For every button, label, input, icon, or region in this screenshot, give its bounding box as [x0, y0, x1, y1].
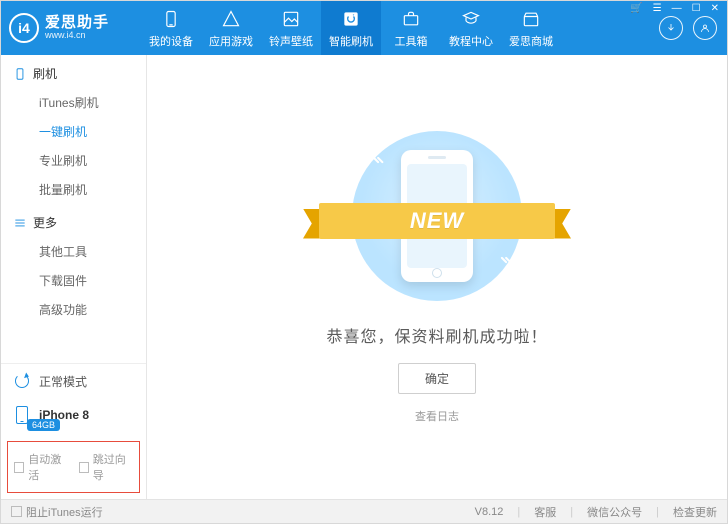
more-icon — [13, 216, 27, 230]
wallpaper-icon — [281, 7, 301, 31]
sidebar-item-batch-flash[interactable]: 批量刷机 — [39, 175, 146, 204]
logo-url: www.i4.cn — [45, 31, 109, 41]
main-content: NEW 恭喜您，保资料刷机成功啦！ 确定 查看日志 — [147, 55, 727, 499]
device-panels: 正常模式 iPhone 8 64GB — [1, 363, 146, 437]
checkbox-skip-guide[interactable]: 跳过向导 — [79, 451, 134, 483]
nav-tutorial[interactable]: 教程中心 — [441, 1, 501, 55]
sidebar: 刷机 iTunes刷机 一键刷机 专业刷机 批量刷机 更多 其他工具 下载固件 … — [1, 55, 147, 499]
checkbox-block-itunes[interactable]: 阻止iTunes运行 — [11, 504, 103, 520]
phone-outline-icon — [13, 67, 27, 81]
success-message: 恭喜您，保资料刷机成功啦！ — [326, 323, 547, 347]
store-icon — [521, 7, 541, 31]
logo: i4 爱思助手 www.i4.cn — [1, 1, 141, 55]
window-close-icon[interactable]: ✕ — [709, 3, 721, 14]
nav-toolbox[interactable]: 工具箱 — [381, 1, 441, 55]
new-ribbon: NEW — [303, 199, 571, 243]
sidebar-item-other-tools[interactable]: 其他工具 — [39, 237, 146, 266]
menu-icon[interactable]: ☰ — [651, 3, 664, 14]
cart-icon[interactable]: 🛒 — [628, 3, 644, 14]
apps-icon — [221, 7, 241, 31]
refresh-icon — [13, 372, 31, 390]
logo-title: 爱思助手 — [45, 15, 109, 32]
window-maximize-icon[interactable]: ☐ — [690, 3, 703, 14]
sidebar-item-advanced[interactable]: 高级功能 — [39, 295, 146, 324]
sidebar-item-download-firmware[interactable]: 下载固件 — [39, 266, 146, 295]
version-label: V8.12 — [475, 506, 504, 518]
mode-row[interactable]: 正常模式 — [1, 364, 146, 398]
flash-icon — [341, 7, 361, 31]
checkbox-auto-activate[interactable]: 自动激活 — [14, 451, 69, 483]
confirm-button[interactable]: 确定 — [398, 363, 476, 394]
view-log-link[interactable]: 查看日志 — [415, 408, 459, 424]
nav-flash[interactable]: 智能刷机 — [321, 1, 381, 55]
highlighted-options-box: 自动激活 跳过向导 — [7, 441, 140, 493]
app-window: 🛒 ☰ ― ☐ ✕ i4 爱思助手 www.i4.cn 我的设备 应用游戏 — [0, 0, 728, 524]
nav-apps[interactable]: 应用游戏 — [201, 1, 261, 55]
window-minimize-icon[interactable]: ― — [670, 3, 684, 14]
success-graphic: NEW — [327, 131, 547, 301]
toolbox-icon — [401, 7, 421, 31]
sidebar-item-itunes-flash[interactable]: iTunes刷机 — [39, 88, 146, 117]
window-controls: 🛒 ☰ ― ☐ ✕ — [628, 3, 721, 14]
nav-ringtones[interactable]: 铃声壁纸 — [261, 1, 321, 55]
support-link[interactable]: 客服 — [534, 504, 556, 520]
user-button[interactable] — [693, 16, 717, 40]
body: 刷机 iTunes刷机 一键刷机 专业刷机 批量刷机 更多 其他工具 下载固件 … — [1, 55, 727, 499]
sidebar-item-pro-flash[interactable]: 专业刷机 — [39, 146, 146, 175]
nav-store[interactable]: 爱思商城 — [501, 1, 561, 55]
header-right — [659, 16, 727, 40]
device-icon — [161, 7, 181, 31]
nav-my-device[interactable]: 我的设备 — [141, 1, 201, 55]
phone-small-icon — [13, 406, 31, 424]
logo-badge-icon: i4 — [9, 13, 39, 43]
sidebar-group-flash: 刷机 — [1, 55, 146, 88]
tutorial-icon — [461, 7, 481, 31]
sidebar-item-onekey-flash[interactable]: 一键刷机 — [39, 117, 146, 146]
download-button[interactable] — [659, 16, 683, 40]
nav: 我的设备 应用游戏 铃声壁纸 智能刷机 工具箱 教程中心 — [141, 1, 561, 55]
check-update-link[interactable]: 检查更新 — [673, 504, 717, 520]
header-bar: 🛒 ☰ ― ☐ ✕ i4 爱思助手 www.i4.cn 我的设备 应用游戏 — [1, 1, 727, 55]
device-row[interactable]: iPhone 8 — [1, 398, 146, 424]
sidebar-group-more: 更多 — [1, 204, 146, 237]
status-bar: 阻止iTunes运行 V8.12 | 客服 | 微信公众号 | 检查更新 — [1, 499, 727, 523]
mode-label: 正常模式 — [39, 373, 87, 390]
wechat-link[interactable]: 微信公众号 — [587, 504, 642, 520]
